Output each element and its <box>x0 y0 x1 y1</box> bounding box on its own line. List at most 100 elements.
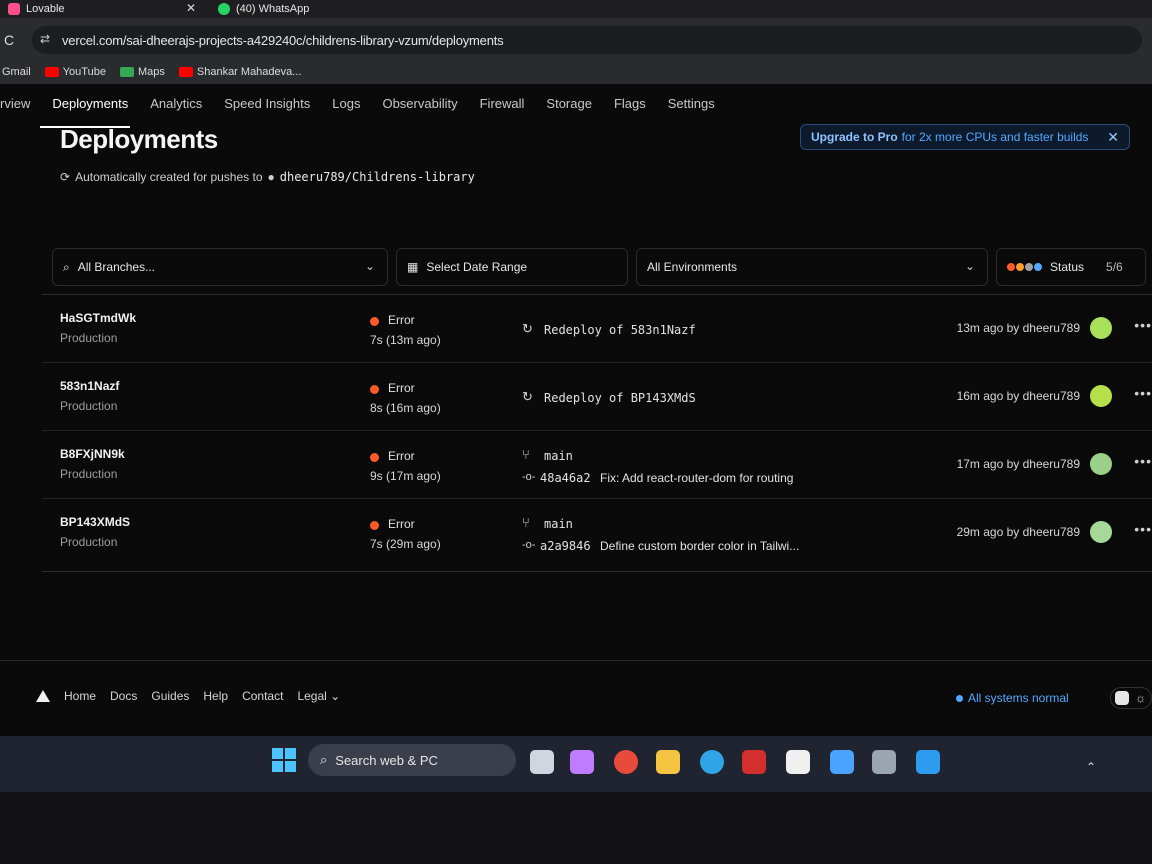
browser-tab-lovable[interactable]: Lovable <box>8 0 65 18</box>
system-status[interactable]: All systems normal <box>956 691 1069 705</box>
commit-icon: -o- <box>522 471 536 483</box>
theme-switcher[interactable]: ☼ <box>1110 687 1152 709</box>
deployment-id[interactable]: B8FXjNN9k <box>60 447 125 461</box>
browser-tab-whatsapp[interactable]: (40) WhatsApp <box>218 0 309 18</box>
chevron-down-icon: ⌄ <box>364 259 375 273</box>
deployment-branch[interactable]: main <box>544 449 573 463</box>
tab-analytics[interactable]: Analytics <box>150 96 202 120</box>
footer-link-home[interactable]: Home <box>64 689 96 703</box>
tab-overview[interactable]: rview <box>0 96 30 120</box>
system-status-text: All systems normal <box>968 691 1069 705</box>
site-settings-icon[interactable]: ⇄ <box>40 32 50 46</box>
tab-storage[interactable]: Storage <box>546 96 592 120</box>
deployment-author-time: 16m ago by dheeru789 <box>956 389 1080 403</box>
screen: Lovable ✕ (40) WhatsApp C ⇄ vercel.com/s… <box>0 0 1152 864</box>
status-error-dot <box>370 385 379 394</box>
deployment-status: Error <box>388 313 415 327</box>
footer-link-legal[interactable]: Legal ⌄ <box>297 689 340 703</box>
commit-hash[interactable]: 48a46a2 <box>540 471 591 485</box>
deployment-duration: 8s (16m ago) <box>370 401 441 415</box>
status-dots-icon <box>1007 263 1042 271</box>
close-icon[interactable]: ✕ <box>1107 129 1119 146</box>
laptop-bezel <box>0 792 1152 864</box>
vercel-logo-icon[interactable] <box>36 690 50 702</box>
table-row[interactable]: HaSGTmdWk Production Error 7s (13m ago) … <box>42 295 1152 363</box>
tab-firewall[interactable]: Firewall <box>480 96 525 120</box>
address-bar[interactable]: ⇄ vercel.com/sai-dheerajs-projects-a4292… <box>32 26 1142 54</box>
deployment-author-time: 13m ago by dheeru789 <box>956 321 1080 335</box>
github-icon: ● <box>267 170 275 184</box>
deployment-source[interactable]: Redeploy of BP143XMdS <box>544 391 696 405</box>
monitor-icon[interactable] <box>1115 691 1129 705</box>
url-text[interactable]: vercel.com/sai-dheerajs-projects-a429240… <box>62 33 504 48</box>
windows-start-icon[interactable] <box>272 748 296 772</box>
taskbar-search[interactable]: ⌕ Search web & PC <box>308 744 516 776</box>
chrome-icon[interactable] <box>614 750 638 774</box>
more-icon[interactable]: ••• <box>1134 385 1152 401</box>
deployment-branch[interactable]: main <box>544 517 573 531</box>
footer-link-docs[interactable]: Docs <box>110 689 137 703</box>
commit-message: Define custom border color in Tailwi... <box>600 539 800 553</box>
table-row[interactable]: 583n1Nazf Production Error 8s (16m ago) … <box>42 363 1152 431</box>
reload-icon[interactable]: C <box>4 32 14 48</box>
status-error-dot <box>370 521 379 530</box>
more-icon[interactable]: ••• <box>1134 317 1152 333</box>
upgrade-link[interactable]: Upgrade to Pro <box>811 130 898 144</box>
vercel-page: rview Deployments Analytics Speed Insigh… <box>0 84 1152 724</box>
sun-icon[interactable]: ☼ <box>1135 691 1146 705</box>
tab-observability[interactable]: Observability <box>382 96 457 120</box>
avatar <box>1090 453 1112 475</box>
deployment-source[interactable]: Redeploy of 583n1Nazf <box>544 323 696 337</box>
edge-icon[interactable] <box>700 750 724 774</box>
bookmark-maps[interactable]: Maps <box>119 66 165 78</box>
chevron-up-icon[interactable]: ⌃ <box>1086 760 1096 774</box>
tab-deployments[interactable]: Deployments <box>52 96 128 120</box>
page-title: Deployments <box>60 124 218 154</box>
more-icon[interactable]: ••• <box>1134 521 1152 537</box>
deployment-id[interactable]: 583n1Nazf <box>60 379 119 393</box>
browser-toolbar: C ⇄ vercel.com/sai-dheerajs-projects-a42… <box>0 18 1152 60</box>
footer-link-help[interactable]: Help <box>203 689 228 703</box>
more-icon[interactable]: ••• <box>1134 453 1152 469</box>
file-explorer-icon[interactable] <box>656 750 680 774</box>
commit-hash[interactable]: a2a9846 <box>540 539 591 553</box>
task-view-icon[interactable] <box>530 750 554 774</box>
tab-flags[interactable]: Flags <box>614 96 646 120</box>
close-icon[interactable]: ✕ <box>186 1 196 15</box>
remote-icon[interactable] <box>872 750 896 774</box>
redeploy-icon: ↻ <box>522 389 533 404</box>
tab-settings[interactable]: Settings <box>668 96 715 120</box>
browser-tab-strip: Lovable ✕ (40) WhatsApp <box>0 0 1152 18</box>
tab-speed-insights[interactable]: Speed Insights <box>224 96 310 120</box>
mcafee-icon[interactable] <box>742 750 766 774</box>
store-icon[interactable] <box>786 750 810 774</box>
date-range-filter[interactable]: ▦ Select Date Range <box>396 248 628 286</box>
status-dot-icon <box>956 694 963 702</box>
upgrade-text: for 2x more CPUs and faster builds <box>901 130 1089 144</box>
whatsapp-icon <box>218 3 230 15</box>
app-icon[interactable] <box>830 750 854 774</box>
vscode-icon[interactable] <box>916 750 940 774</box>
date-range-label: Select Date Range <box>426 260 528 274</box>
footer-link-guides[interactable]: Guides <box>151 689 189 703</box>
upgrade-banner[interactable]: Upgrade to Pro for 2x more CPUs and fast… <box>800 124 1130 150</box>
deployment-id[interactable]: HaSGTmdWk <box>60 311 136 325</box>
avatar <box>1090 385 1112 407</box>
bookmark-gmail[interactable]: Gmail <box>2 66 31 78</box>
tab-logs[interactable]: Logs <box>332 96 360 120</box>
status-filter[interactable]: Status 5/6 <box>996 248 1146 286</box>
deployment-author-time: 17m ago by dheeru789 <box>956 457 1080 471</box>
repo-link[interactable]: dheeru789/Childrens-library <box>280 170 475 184</box>
branch-filter[interactable]: ⌕ All Branches... ⌄ <box>52 248 388 286</box>
bookmark-youtube[interactable]: YouTube <box>44 66 106 78</box>
bookmark-shankar[interactable]: Shankar Mahadeva... <box>178 66 301 78</box>
environment-filter[interactable]: All Environments ⌄ <box>636 248 988 286</box>
status-count: 5/6 <box>1106 260 1123 274</box>
status-error-dot <box>370 453 379 462</box>
copilot-icon[interactable] <box>570 750 594 774</box>
bookmark-label: Maps <box>137 66 165 78</box>
table-row[interactable]: BP143XMdS Production Error 7s (29m ago) … <box>42 499 1152 567</box>
deployment-id[interactable]: BP143XMdS <box>60 515 130 529</box>
table-row[interactable]: B8FXjNN9k Production Error 9s (17m ago) … <box>42 431 1152 499</box>
footer-link-contact[interactable]: Contact <box>242 689 283 703</box>
